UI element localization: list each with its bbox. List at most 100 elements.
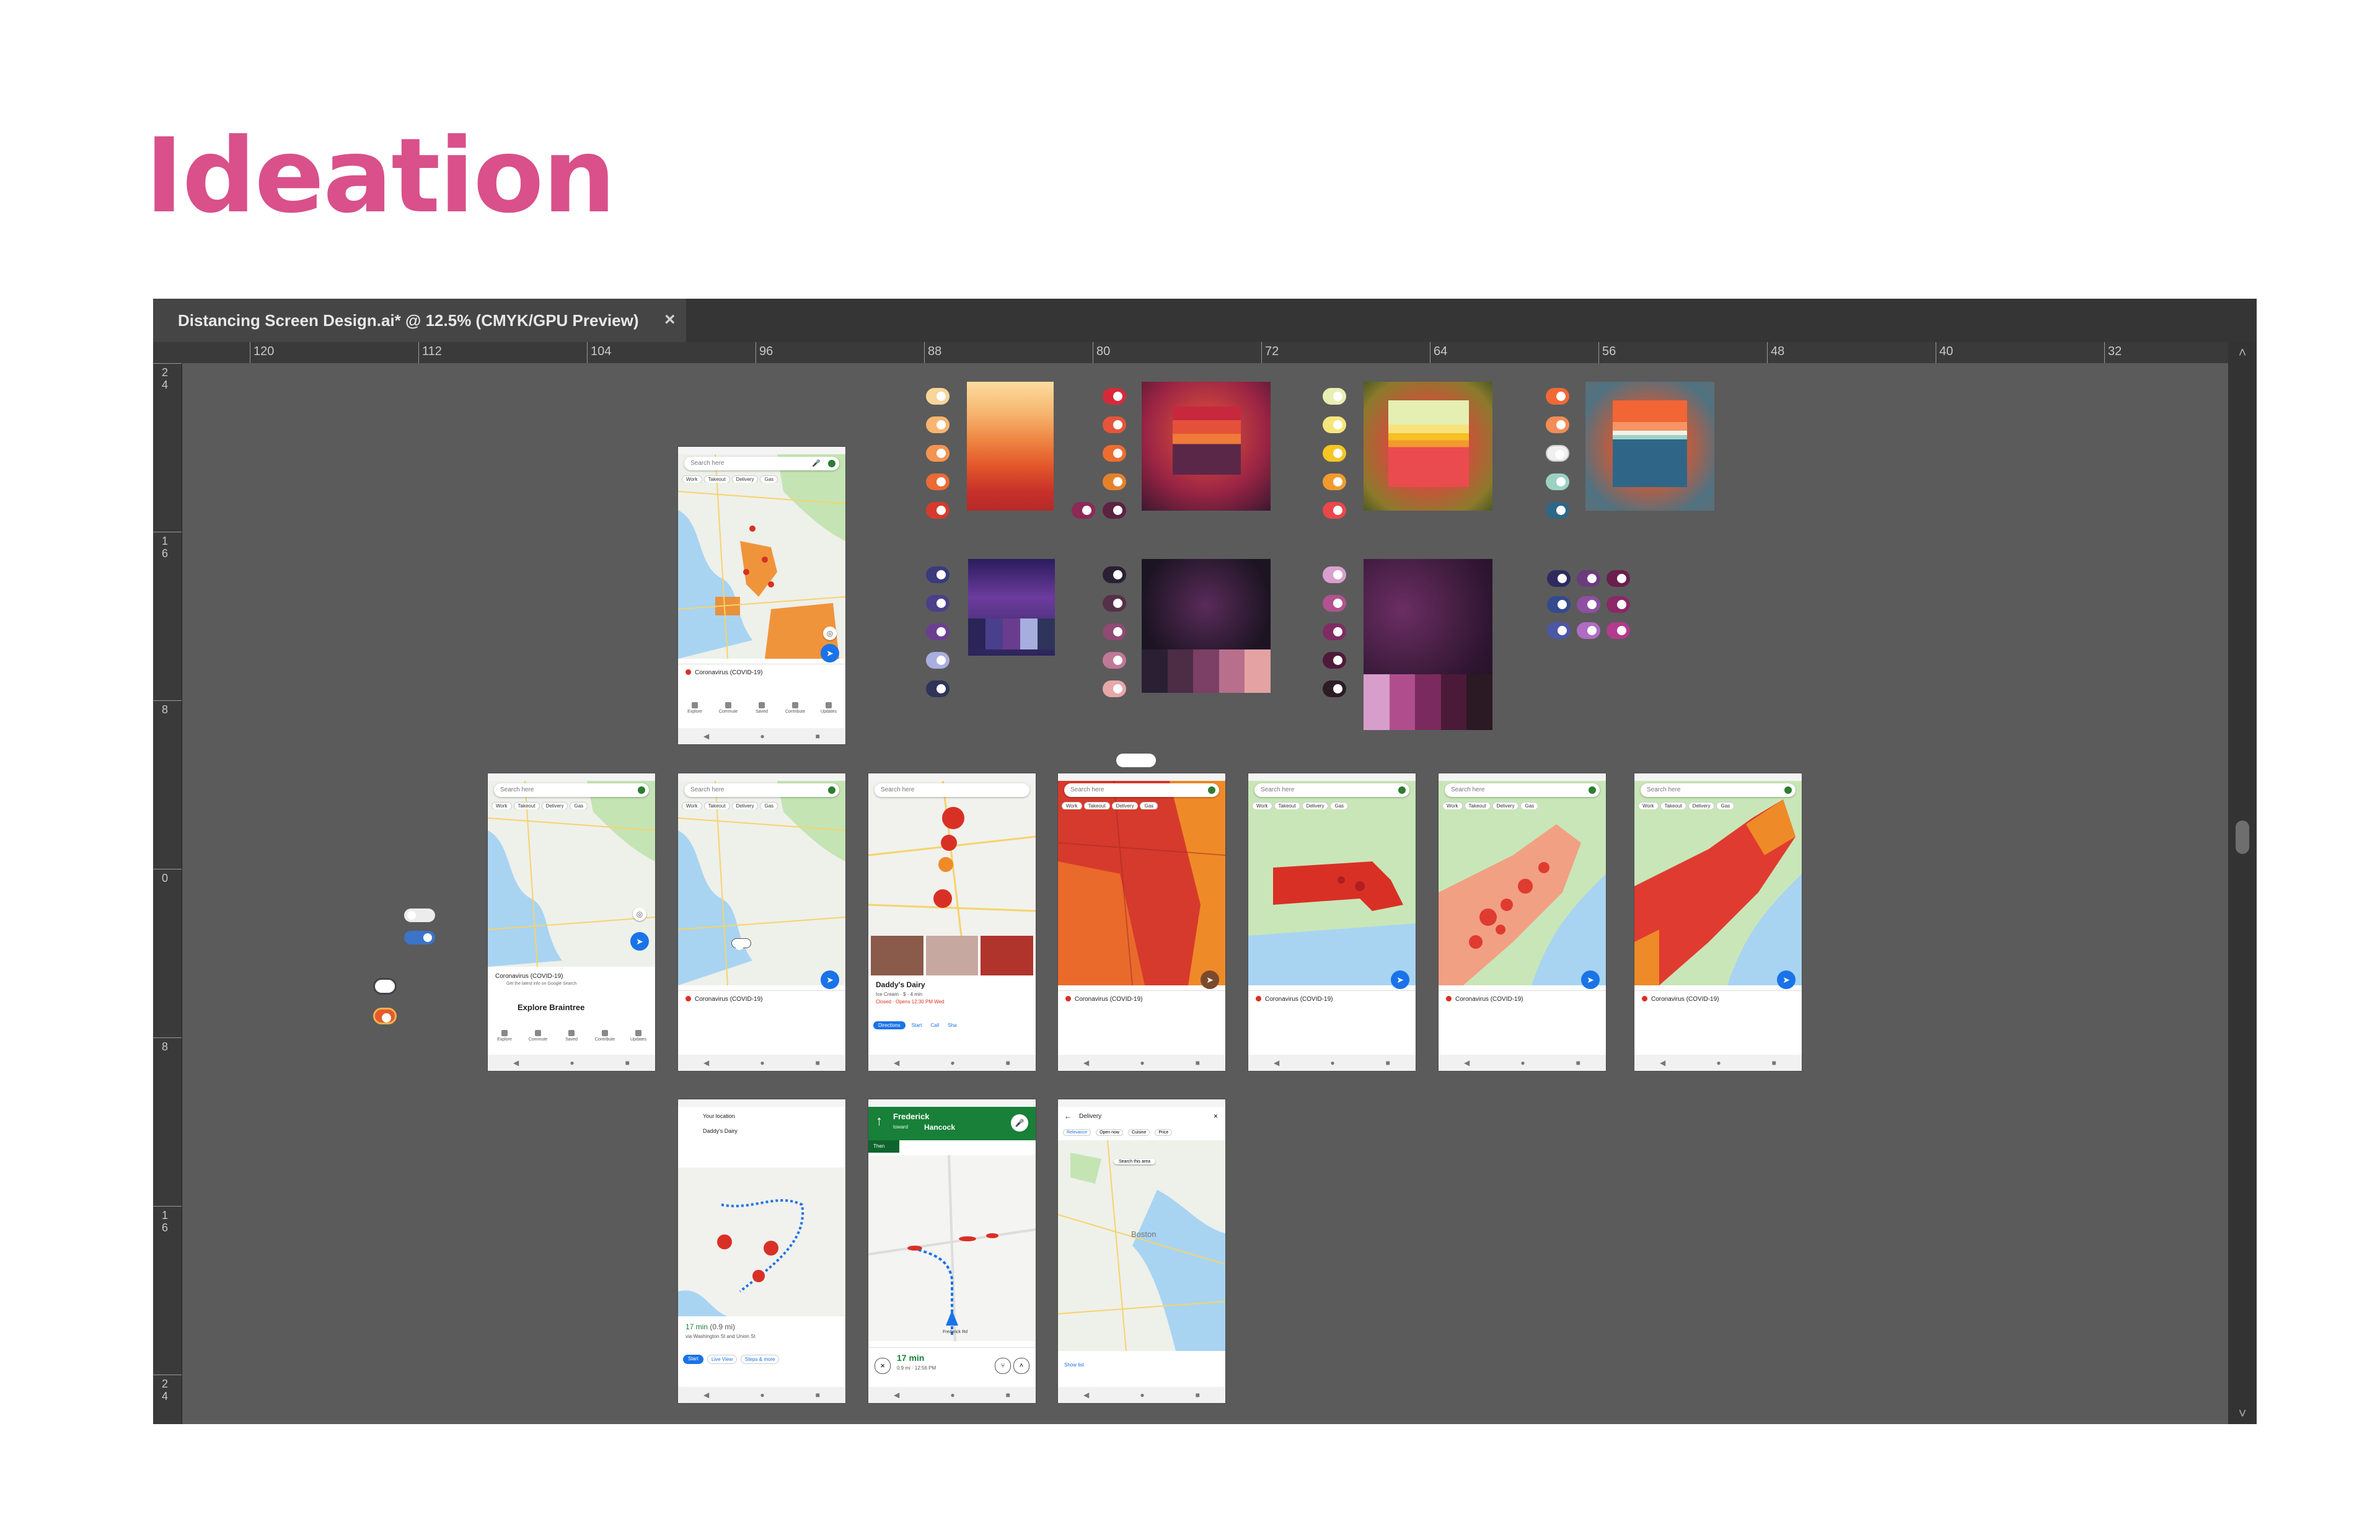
back-icon[interactable]: ◀: [894, 1391, 899, 1399]
steps-button[interactable]: Steps & more: [741, 1355, 780, 1364]
nav-saved[interactable]: Saved: [559, 1029, 584, 1050]
color-dot[interactable]: [1323, 473, 1346, 490]
color-dot[interactable]: [926, 623, 950, 640]
share-button[interactable]: Sha: [945, 1021, 959, 1029]
chip-work[interactable]: Work: [491, 802, 512, 809]
avatar[interactable]: [638, 786, 645, 794]
color-dot[interactable]: [926, 652, 950, 669]
chevron-up-icon[interactable]: ˄: [1013, 1358, 1029, 1374]
covid-layer-toggle[interactable]: [731, 938, 751, 950]
color-dot[interactable]: [1577, 622, 1600, 639]
chip-delivery[interactable]: Delivery: [1302, 802, 1329, 809]
chip-work[interactable]: Work: [682, 475, 702, 483]
go-button[interactable]: ➤: [821, 970, 839, 989]
avatar[interactable]: [1398, 786, 1406, 794]
avatar[interactable]: [1784, 786, 1792, 794]
color-dot[interactable]: [1323, 595, 1346, 612]
mic-icon[interactable]: 🎤: [1011, 1114, 1028, 1132]
artboard-heatmap-local[interactable]: Search here Work Takeout Delivery Gas ➤ Cor…: [1058, 773, 1225, 1071]
mic-icon[interactable]: 🎤: [812, 457, 821, 470]
palette-artwork-teal[interactable]: [1585, 382, 1714, 511]
document-tab[interactable]: Distancing Screen Design.ai* @ 12.5% (CM…: [153, 299, 686, 342]
search-input[interactable]: Search here: [1064, 783, 1219, 797]
color-dot[interactable]: [1103, 473, 1126, 490]
close-tab-icon[interactable]: ×: [664, 299, 676, 341]
recents-icon[interactable]: ■: [1576, 1058, 1580, 1067]
color-dot[interactable]: [1103, 595, 1126, 612]
color-dot[interactable]: [1323, 416, 1346, 433]
color-dot[interactable]: [926, 566, 950, 583]
chip-delivery[interactable]: Delivery: [541, 802, 568, 809]
color-dot[interactable]: [1546, 473, 1569, 490]
covid-card[interactable]: Coronavirus (COVID-19): [1058, 990, 1225, 1016]
palette-artwork-crimson[interactable]: [1142, 382, 1271, 511]
locate-icon[interactable]: ◎: [823, 627, 837, 640]
toggle-switch-off[interactable]: [404, 909, 435, 922]
color-dot[interactable]: [1606, 570, 1630, 587]
color-dot[interactable]: [373, 978, 397, 995]
home-icon[interactable]: ●: [760, 1391, 764, 1399]
home-icon[interactable]: ●: [570, 1058, 574, 1067]
artboard-canvas[interactable]: Search here 🎤 Work Takeout Delivery Gas ◎ ➤ …: [182, 363, 2228, 1424]
show-list-link[interactable]: Show list: [1064, 1362, 1084, 1368]
chip-gas[interactable]: Gas: [1716, 802, 1735, 809]
artboard-navigation[interactable]: ↑ Frederick toward Hancock 🎤 Then Freder…: [868, 1099, 1036, 1403]
artboard-toggle-map[interactable]: Search here Work Takeout Delivery Gas ➤ Cor…: [678, 773, 845, 1071]
home-icon[interactable]: ●: [950, 1391, 954, 1399]
recents-icon[interactable]: ■: [816, 1391, 820, 1399]
artboard-region-choropleth[interactable]: Search here Work Takeout Delivery Gas ➤ Cor…: [1634, 773, 1802, 1071]
nav-updates[interactable]: Updates: [626, 1029, 651, 1050]
go-button[interactable]: ➤: [1581, 970, 1600, 989]
home-icon[interactable]: ●: [1140, 1391, 1144, 1399]
color-dot[interactable]: [926, 445, 950, 462]
scroll-thumb[interactable]: [2236, 821, 2249, 854]
chip-delivery[interactable]: Delivery: [731, 475, 759, 483]
recents-icon[interactable]: ■: [625, 1058, 630, 1067]
color-dot[interactable]: [926, 473, 950, 490]
color-dot[interactable]: [926, 680, 950, 697]
home-icon[interactable]: ●: [1330, 1058, 1334, 1067]
home-icon[interactable]: ●: [760, 732, 764, 741]
back-icon[interactable]: ◀: [513, 1058, 519, 1067]
go-button[interactable]: ➤: [1201, 970, 1219, 989]
artboard-explore[interactable]: Search here Work Takeout Delivery Gas ◎ ➤ C…: [488, 773, 655, 1071]
nav-commute[interactable]: Commute: [526, 1029, 550, 1050]
start-button[interactable]: Start: [683, 1355, 703, 1364]
nav-commute[interactable]: Commute: [716, 701, 741, 722]
chip-takeout[interactable]: Takeout: [1660, 802, 1686, 809]
color-dot[interactable]: [1547, 622, 1571, 639]
back-icon[interactable]: ◀: [1464, 1058, 1470, 1067]
back-icon[interactable]: ◀: [1660, 1058, 1665, 1067]
recents-icon[interactable]: ■: [816, 1058, 820, 1067]
chip-gas[interactable]: Gas: [1520, 802, 1539, 809]
chip-gas[interactable]: Gas: [570, 802, 588, 809]
search-input[interactable]: Search here: [1254, 783, 1409, 797]
search-input[interactable]: Search here 🎤: [684, 457, 839, 470]
back-icon[interactable]: ◀: [703, 732, 709, 741]
chip-delivery[interactable]: Delivery: [1111, 802, 1139, 809]
nav-explore[interactable]: Explore: [492, 1029, 517, 1050]
chip-delivery[interactable]: Delivery: [1688, 802, 1715, 809]
color-dot[interactable]: [1606, 596, 1630, 613]
color-dot[interactable]: [926, 502, 950, 519]
avatar[interactable]: [1589, 786, 1596, 794]
color-dot[interactable]: [1547, 596, 1571, 613]
nav-explore[interactable]: Explore: [682, 701, 707, 722]
palette-artwork-yellow[interactable]: [1364, 382, 1492, 511]
color-dot[interactable]: [1606, 622, 1630, 639]
home-icon[interactable]: ●: [1520, 1058, 1525, 1067]
color-dot[interactable]: [1103, 623, 1126, 640]
map-view[interactable]: [1248, 781, 1416, 985]
avatar[interactable]: [828, 460, 835, 467]
back-icon[interactable]: ◀: [1083, 1058, 1089, 1067]
nav-saved[interactable]: Saved: [749, 701, 774, 722]
back-icon[interactable]: ◀: [703, 1058, 709, 1067]
map-view[interactable]: [1058, 1140, 1225, 1351]
search-input[interactable]: Search here: [684, 783, 839, 797]
directions-button[interactable]: Directions: [873, 1021, 906, 1029]
go-button[interactable]: ➤: [1777, 970, 1796, 989]
color-dot[interactable]: [1546, 502, 1569, 519]
color-dot[interactable]: [1103, 445, 1126, 462]
covid-card[interactable]: Coronavirus (COVID-19): [678, 990, 845, 1016]
nav-contribute[interactable]: Contribute: [593, 1029, 617, 1050]
